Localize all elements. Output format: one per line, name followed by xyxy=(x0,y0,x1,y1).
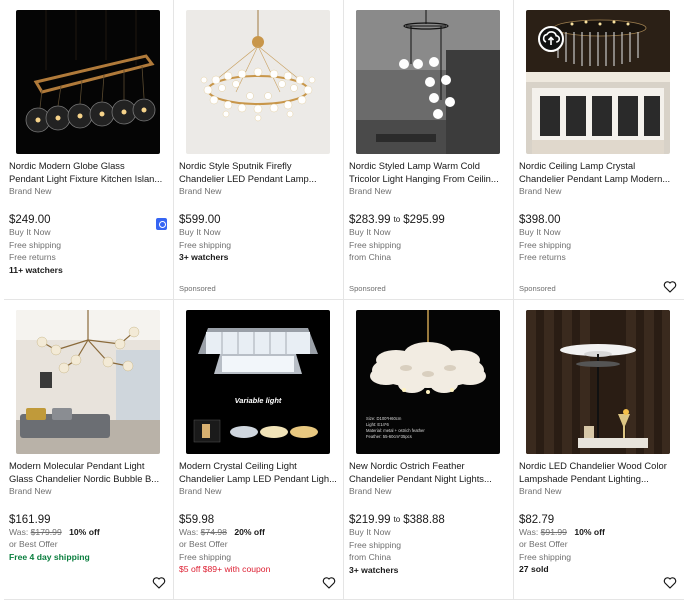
image-specs: Size: D100*H60cm Light: E14*6 Material: … xyxy=(366,416,425,439)
condition-label: Brand New xyxy=(179,486,222,496)
was-price: $91.99 xyxy=(540,527,567,537)
best-offer-label: or Best Offer xyxy=(519,539,568,549)
product-card[interactable]: Nordic Styled Lamp Warm Cold Tricolor Li… xyxy=(344,0,514,300)
watchers-label: 11+ watchers xyxy=(9,264,63,275)
product-image[interactable] xyxy=(356,10,500,154)
product-title[interactable]: Nordic LED Chandelier Wood Color Lampsha… xyxy=(519,460,677,485)
was-label: Was: xyxy=(519,527,539,537)
price: $161.99 xyxy=(9,513,51,526)
was-label: Was: xyxy=(9,527,29,537)
product-title[interactable]: Modern Crystal Ceiling Light Chandelier … xyxy=(179,460,337,485)
buy-format: Buy It Now xyxy=(349,227,391,237)
origin-label: from China xyxy=(349,252,392,262)
price: $599.00 xyxy=(179,213,221,226)
price: $249.00 xyxy=(9,213,51,226)
product-card[interactable]: Nordic LED Chandelier Wood Color Lampsha… xyxy=(514,300,684,600)
product-title[interactable]: Nordic Ceiling Lamp Crystal Chandelier P… xyxy=(519,160,677,185)
was-price: $179.99 xyxy=(30,527,62,537)
product-image[interactable] xyxy=(16,310,160,454)
product-title[interactable]: Nordic Styled Lamp Warm Cold Tricolor Li… xyxy=(349,160,507,185)
condition-label: Brand New xyxy=(349,186,392,196)
returns-label: Free returns xyxy=(9,252,56,262)
shipping-label: Free shipping xyxy=(179,551,232,562)
was-price-row: Was: $74.98 20% off xyxy=(179,527,343,539)
buy-format: Buy It Now xyxy=(179,227,221,237)
origin-label: from China xyxy=(349,552,392,562)
condition-label: Brand New xyxy=(9,186,52,196)
condition-label: Brand New xyxy=(179,186,222,196)
discount-label: 10% off xyxy=(574,527,605,537)
price-range: $283.99 to $295.99 xyxy=(349,212,513,227)
best-offer-label: or Best Offer xyxy=(179,539,228,549)
sponsored-label: Sponsored xyxy=(179,284,216,293)
condition-label: Brand New xyxy=(519,186,562,196)
buy-format: Buy It Now xyxy=(519,227,561,237)
image-caption: Variable light xyxy=(234,396,282,405)
discount-label: 20% off xyxy=(234,527,265,537)
sponsored-label: Sponsored xyxy=(519,284,556,293)
sponsored-label: Sponsored xyxy=(349,284,386,293)
watchlist-heart-icon[interactable] xyxy=(322,576,336,590)
price-high: $388.88 xyxy=(403,513,445,526)
price: $59.98 xyxy=(179,513,215,526)
watchlist-heart-icon[interactable] xyxy=(152,576,166,590)
watchers-label: 3+ watchers xyxy=(349,564,399,575)
price-to: to xyxy=(393,515,401,524)
condition-label: Brand New xyxy=(349,486,392,496)
product-card[interactable]: Nordic Modern Globe Glass Pendant Light … xyxy=(4,0,174,300)
shipping-label: Free shipping xyxy=(519,551,572,562)
price: $398.00 xyxy=(519,213,561,226)
coupon-label[interactable]: $5 off $89+ with coupon xyxy=(179,564,343,577)
product-image[interactable] xyxy=(526,310,670,454)
product-card[interactable]: Nordic Style Sputnik Firefly Chandelier … xyxy=(174,0,344,300)
shipping-label: Free shipping xyxy=(349,539,402,550)
price-low: $283.99 xyxy=(349,213,391,226)
price: $82.79 xyxy=(519,513,555,526)
product-title[interactable]: Modern Molecular Pendant Light Glass Cha… xyxy=(9,460,167,485)
price-high: $295.99 xyxy=(403,213,445,226)
returns-label: Free returns xyxy=(519,252,566,262)
fast-shipping-label: Free 4 day shipping xyxy=(9,551,90,562)
product-image[interactable] xyxy=(526,10,670,154)
product-title[interactable]: Nordic Modern Globe Glass Pendant Light … xyxy=(9,160,167,185)
was-price-row: Was: $91.99 10% off xyxy=(519,527,684,539)
product-grid: Nordic Modern Globe Glass Pendant Light … xyxy=(0,0,688,600)
sold-count-label: 27 sold xyxy=(519,564,549,574)
buy-format: Buy It Now xyxy=(349,527,391,537)
condition-label: Brand New xyxy=(519,486,562,496)
watchlist-heart-icon[interactable] xyxy=(663,280,677,294)
product-title[interactable]: Nordic Style Sputnik Firefly Chandelier … xyxy=(179,160,337,185)
was-price-row: Was: $179.99 10% off xyxy=(9,527,173,539)
price-to: to xyxy=(393,215,401,224)
product-card[interactable]: Variable light Modern Crystal Ceiling Li… xyxy=(174,300,344,600)
watchlist-heart-icon[interactable] xyxy=(663,576,677,590)
product-image[interactable] xyxy=(186,10,330,154)
shipping-label: Free shipping xyxy=(179,239,232,250)
price-low: $219.99 xyxy=(349,513,391,526)
shipping-label: Free shipping xyxy=(9,239,62,250)
product-image[interactable]: Size: D100*H60cm Light: E14*6 Material: … xyxy=(356,310,500,454)
discount-label: 10% off xyxy=(69,527,100,537)
buy-format: Buy It Now xyxy=(9,227,51,237)
watchers-label: 3+ watchers xyxy=(179,252,229,262)
product-title[interactable]: New Nordic Ostrich Feather Chandelier Pe… xyxy=(349,460,507,485)
product-card[interactable]: Modern Molecular Pendant Light Glass Cha… xyxy=(4,300,174,600)
bookmark-badge-icon[interactable] xyxy=(156,218,167,230)
price-range: $219.99 to $388.88 xyxy=(349,512,513,527)
product-image[interactable] xyxy=(16,10,160,154)
product-image[interactable]: Variable light xyxy=(186,310,330,454)
product-card[interactable]: Size: D100*H60cm Light: E14*6 Material: … xyxy=(344,300,514,600)
shipping-label: Free shipping xyxy=(519,239,572,250)
product-card[interactable]: Nordic Ceiling Lamp Crystal Chandelier P… xyxy=(514,0,684,300)
was-label: Was: xyxy=(179,527,199,537)
was-price: $74.98 xyxy=(200,527,227,537)
upload-cloud-icon[interactable] xyxy=(538,26,564,52)
shipping-label: Free shipping xyxy=(349,239,402,250)
best-offer-label: or Best Offer xyxy=(9,539,58,549)
condition-label: Brand New xyxy=(9,486,52,496)
